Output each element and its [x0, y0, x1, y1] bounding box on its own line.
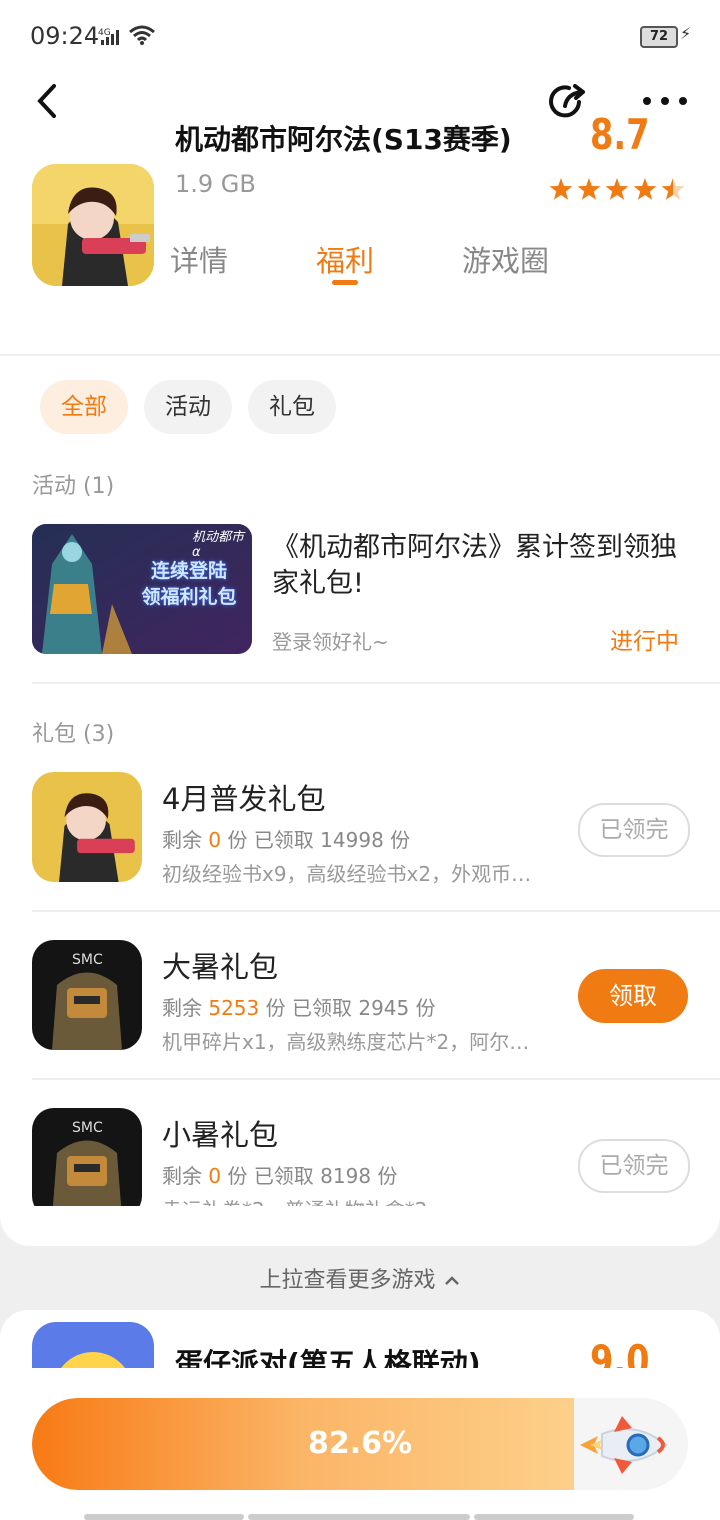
gift-description: 初级经验书x9，高级经验书x2，外观币…	[162, 862, 532, 886]
tab-active-indicator	[332, 280, 358, 285]
banner-text: 连续登陆 领福利礼包	[141, 560, 237, 608]
gift-name: 4月普发礼包	[162, 782, 326, 816]
gift-icon: SMC	[32, 1108, 142, 1206]
tab-benefits[interactable]: 福利	[316, 238, 374, 280]
banner-logo: 机动都市α	[192, 530, 245, 560]
nav-indicator	[84, 1514, 244, 1520]
status-time: 09:24	[30, 22, 100, 50]
star-icon	[633, 178, 657, 200]
gift-icon: SMC	[32, 940, 142, 1050]
tab-divider	[0, 354, 720, 356]
activity-banner[interactable]: 机动都市α 连续登陆 领福利礼包	[32, 524, 252, 654]
gift-claim-button[interactable]: 领取	[578, 969, 688, 1023]
gift-name: 大暑礼包	[162, 950, 279, 984]
game-size: 1.9 GB	[175, 170, 256, 198]
rating-stars	[548, 176, 688, 208]
filter-all[interactable]: 全部	[40, 380, 128, 434]
filter-activity[interactable]: 活动	[144, 380, 232, 434]
back-button[interactable]	[22, 76, 72, 126]
activity-subtitle: 登录领好礼~	[272, 630, 389, 654]
gifts-section-title: 礼包 (3)	[32, 722, 115, 747]
tab-details[interactable]: 详情	[170, 238, 228, 280]
tab-game-circle[interactable]: 游戏圈	[462, 238, 549, 280]
star-icon	[549, 178, 573, 200]
activities-section-title: 活动 (1)	[32, 474, 115, 499]
star-icon	[577, 178, 601, 200]
list-divider	[32, 1078, 720, 1080]
back-arrow-icon	[37, 84, 56, 118]
rocket-icon	[578, 1412, 670, 1478]
gift-claimed-out-button[interactable]: 已领完	[578, 803, 690, 857]
nav-indicator	[248, 1514, 470, 1520]
svg-text:4G: 4G	[98, 28, 111, 38]
activity-title[interactable]: 《机动都市阿尔法》累计签到领独家礼包!	[272, 530, 692, 602]
star-icon	[661, 178, 685, 200]
game-rating: 8.7	[590, 110, 650, 159]
pull-more-label: 上拉查看更多游戏	[259, 1268, 436, 1293]
share-button[interactable]	[543, 76, 593, 126]
game-icon	[32, 164, 154, 286]
gift-description: 机甲碎片x1，高级熟练度芯片*2，阿尔…	[162, 1030, 530, 1054]
pull-more-hint[interactable]: 上拉查看更多游戏	[0, 1262, 720, 1294]
svg-text:SMC: SMC	[72, 1120, 103, 1136]
filter-gift[interactable]: 礼包	[248, 380, 336, 434]
gift-claimed-out-button[interactable]: 已领完	[578, 1139, 690, 1193]
game-title: 机动都市阿尔法(S13赛季)	[175, 123, 512, 156]
activity-status: 进行中	[610, 629, 679, 655]
signal-icon: 4G	[98, 26, 124, 50]
chevron-up-icon	[443, 1269, 461, 1294]
status-bar: 09:24 4G 72 ⚡	[0, 0, 720, 70]
share-icon	[549, 84, 585, 118]
gift-description: 幸运礼卷*2，普通礼物礼盒*2	[162, 1194, 557, 1206]
nav-indicator	[474, 1514, 634, 1520]
section-divider	[32, 682, 720, 684]
battery-icon: 72	[640, 26, 678, 48]
gift-icon	[32, 772, 142, 882]
svg-text:SMC: SMC	[72, 952, 103, 968]
gift-stats: 剩余 0 份 已领取 14998 份	[162, 828, 411, 852]
charging-icon: ⚡	[680, 24, 692, 43]
list-divider	[32, 910, 720, 912]
wifi-icon	[128, 24, 156, 50]
star-icon	[605, 178, 629, 200]
gift-stats: 剩余 0 份 已领取 8198 份	[162, 1164, 398, 1188]
gift-name: 小暑礼包	[162, 1118, 279, 1152]
gift-stats: 剩余 5253 份 已领取 2945 份	[162, 996, 436, 1020]
